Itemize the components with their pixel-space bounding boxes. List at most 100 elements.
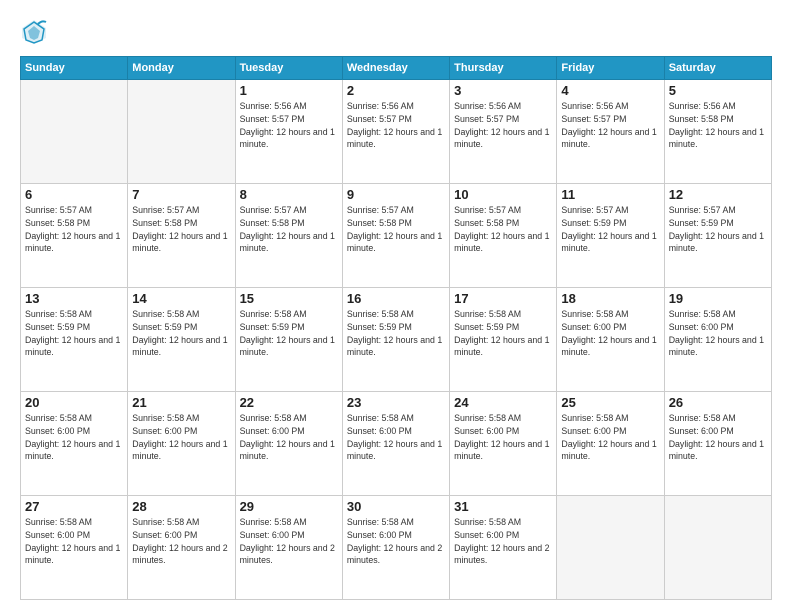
calendar-cell: 7 Sunrise: 5:57 AM Sunset: 5:58 PM Daylig… xyxy=(128,184,235,288)
calendar-cell: 30Sunrise: 5:58 AM Sunset: 6:00 PM Dayli… xyxy=(342,496,449,600)
calendar-cell: 2 Sunrise: 5:56 AM Sunset: 5:57 PM Daylig… xyxy=(342,80,449,184)
calendar-cell: 26Sunrise: 5:58 AM Sunset: 6:00 PM Dayli… xyxy=(664,392,771,496)
calendar-cell: 20 Sunrise: 5:58 AM Sunset: 6:00 PM Dayli… xyxy=(21,392,128,496)
day-info: Sunrise: 5:58 AM Sunset: 6:00 PM Dayligh… xyxy=(454,516,552,567)
day-info: Sunrise: 5:56 AM Sunset: 5:58 PM Dayligh… xyxy=(669,100,767,151)
day-number: 7 xyxy=(132,187,230,202)
day-number: 17 xyxy=(454,291,552,306)
weekday-header-wednesday: Wednesday xyxy=(342,57,449,80)
calendar-cell xyxy=(21,80,128,184)
weekday-header-tuesday: Tuesday xyxy=(235,57,342,80)
header xyxy=(20,18,772,46)
calendar-cell: 13Sunrise: 5:58 AM Sunset: 5:59 PM Dayli… xyxy=(21,288,128,392)
calendar-cell: 8 Sunrise: 5:57 AM Sunset: 5:58 PM Daylig… xyxy=(235,184,342,288)
day-info: Sunrise: 5:57 AM Sunset: 5:58 PM Dayligh… xyxy=(454,204,552,255)
day-info: Sunrise: 5:58 AM Sunset: 6:00 PM Dayligh… xyxy=(347,412,445,463)
day-number: 6 xyxy=(25,187,123,202)
day-number: 8 xyxy=(240,187,338,202)
day-info: Sunrise: 5:57 AM Sunset: 5:58 PM Dayligh… xyxy=(132,204,230,255)
day-number: 27 xyxy=(25,499,123,514)
day-info: Sunrise: 5:58 AM Sunset: 6:00 PM Dayligh… xyxy=(561,412,659,463)
weekday-header-thursday: Thursday xyxy=(450,57,557,80)
day-info: Sunrise: 5:58 AM Sunset: 6:00 PM Dayligh… xyxy=(669,308,767,359)
calendar-cell: 28 Sunrise: 5:58 AM Sunset: 6:00 PM Dayli… xyxy=(128,496,235,600)
day-number: 3 xyxy=(454,83,552,98)
calendar-week-row: 27 Sunrise: 5:58 AM Sunset: 6:00 PM Dayli… xyxy=(21,496,772,600)
day-number: 23 xyxy=(347,395,445,410)
day-info: Sunrise: 5:58 AM Sunset: 6:00 PM Dayligh… xyxy=(561,308,659,359)
calendar-cell: 25Sunrise: 5:58 AM Sunset: 6:00 PM Dayli… xyxy=(557,392,664,496)
day-number: 4 xyxy=(561,83,659,98)
calendar-cell: 4 Sunrise: 5:56 AM Sunset: 5:57 PM Daylig… xyxy=(557,80,664,184)
day-info: Sunrise: 5:58 AM Sunset: 6:00 PM Dayligh… xyxy=(25,412,123,463)
weekday-header-row: SundayMondayTuesdayWednesdayThursdayFrid… xyxy=(21,57,772,80)
day-number: 16 xyxy=(347,291,445,306)
day-number: 28 xyxy=(132,499,230,514)
day-number: 20 xyxy=(25,395,123,410)
calendar-cell: 17 Sunrise: 5:58 AM Sunset: 5:59 PM Dayli… xyxy=(450,288,557,392)
day-info: Sunrise: 5:58 AM Sunset: 6:00 PM Dayligh… xyxy=(454,412,552,463)
calendar-cell: 15Sunrise: 5:58 AM Sunset: 5:59 PM Dayli… xyxy=(235,288,342,392)
calendar-table: SundayMondayTuesdayWednesdayThursdayFrid… xyxy=(20,56,772,600)
day-info: Sunrise: 5:56 AM Sunset: 5:57 PM Dayligh… xyxy=(561,100,659,151)
day-info: Sunrise: 5:58 AM Sunset: 6:00 PM Dayligh… xyxy=(132,516,230,567)
calendar-cell: 12Sunrise: 5:57 AM Sunset: 5:59 PM Dayli… xyxy=(664,184,771,288)
page: SundayMondayTuesdayWednesdayThursdayFrid… xyxy=(0,0,792,612)
calendar-week-row: 13Sunrise: 5:58 AM Sunset: 5:59 PM Dayli… xyxy=(21,288,772,392)
day-info: Sunrise: 5:57 AM Sunset: 5:59 PM Dayligh… xyxy=(669,204,767,255)
calendar-cell: 19 Sunrise: 5:58 AM Sunset: 6:00 PM Dayli… xyxy=(664,288,771,392)
day-info: Sunrise: 5:58 AM Sunset: 5:59 PM Dayligh… xyxy=(454,308,552,359)
day-info: Sunrise: 5:58 AM Sunset: 5:59 PM Dayligh… xyxy=(347,308,445,359)
day-info: Sunrise: 5:57 AM Sunset: 5:58 PM Dayligh… xyxy=(347,204,445,255)
calendar-cell xyxy=(128,80,235,184)
day-number: 31 xyxy=(454,499,552,514)
calendar-cell: 11 Sunrise: 5:57 AM Sunset: 5:59 PM Dayli… xyxy=(557,184,664,288)
logo-icon xyxy=(20,18,48,46)
calendar-cell: 1Sunrise: 5:56 AM Sunset: 5:57 PM Daylig… xyxy=(235,80,342,184)
calendar-cell: 10 Sunrise: 5:57 AM Sunset: 5:58 PM Dayli… xyxy=(450,184,557,288)
day-info: Sunrise: 5:58 AM Sunset: 5:59 PM Dayligh… xyxy=(25,308,123,359)
calendar-week-row: 1 Sunrise: 5:56 AM Sunset: 5:57 PM Daylig… xyxy=(21,80,772,184)
weekday-header-saturday: Saturday xyxy=(664,57,771,80)
day-info: Sunrise: 5:58 AM Sunset: 6:00 PM Dayligh… xyxy=(240,516,338,567)
day-number: 21 xyxy=(132,395,230,410)
calendar-cell: 5 Sunrise: 5:56 AM Sunset: 5:58 PM Daylig… xyxy=(664,80,771,184)
logo xyxy=(20,18,52,46)
day-info: Sunrise: 5:56 AM Sunset: 5:57 PM Dayligh… xyxy=(347,100,445,151)
day-info: Sunrise: 5:57 AM Sunset: 5:59 PM Dayligh… xyxy=(561,204,659,255)
day-number: 24 xyxy=(454,395,552,410)
weekday-header-monday: Monday xyxy=(128,57,235,80)
day-number: 11 xyxy=(561,187,659,202)
calendar-cell xyxy=(557,496,664,600)
calendar-cell: 18 Sunrise: 5:58 AM Sunset: 6:00 PM Dayli… xyxy=(557,288,664,392)
calendar-cell: 16 Sunrise: 5:58 AM Sunset: 5:59 PM Dayli… xyxy=(342,288,449,392)
day-info: Sunrise: 5:56 AM Sunset: 5:57 PM Dayligh… xyxy=(454,100,552,151)
day-info: Sunrise: 5:57 AM Sunset: 5:58 PM Dayligh… xyxy=(240,204,338,255)
day-number: 10 xyxy=(454,187,552,202)
calendar-cell: 23 Sunrise: 5:58 AM Sunset: 6:00 PM Dayli… xyxy=(342,392,449,496)
day-number: 22 xyxy=(240,395,338,410)
day-number: 15 xyxy=(240,291,338,306)
calendar-cell: 14 Sunrise: 5:58 AM Sunset: 5:59 PM Dayli… xyxy=(128,288,235,392)
day-number: 14 xyxy=(132,291,230,306)
day-number: 29 xyxy=(240,499,338,514)
day-number: 18 xyxy=(561,291,659,306)
day-number: 5 xyxy=(669,83,767,98)
calendar-cell: 6 Sunrise: 5:57 AM Sunset: 5:58 PM Daylig… xyxy=(21,184,128,288)
day-info: Sunrise: 5:58 AM Sunset: 6:00 PM Dayligh… xyxy=(240,412,338,463)
calendar-cell: 29 Sunrise: 5:58 AM Sunset: 6:00 PM Dayli… xyxy=(235,496,342,600)
day-number: 1 xyxy=(240,83,338,98)
calendar-week-row: 20 Sunrise: 5:58 AM Sunset: 6:00 PM Dayli… xyxy=(21,392,772,496)
weekday-header-friday: Friday xyxy=(557,57,664,80)
day-number: 26 xyxy=(669,395,767,410)
day-number: 19 xyxy=(669,291,767,306)
calendar-cell: 3 Sunrise: 5:56 AM Sunset: 5:57 PM Daylig… xyxy=(450,80,557,184)
day-info: Sunrise: 5:58 AM Sunset: 5:59 PM Dayligh… xyxy=(132,308,230,359)
day-number: 30 xyxy=(347,499,445,514)
day-info: Sunrise: 5:57 AM Sunset: 5:58 PM Dayligh… xyxy=(25,204,123,255)
day-number: 2 xyxy=(347,83,445,98)
day-info: Sunrise: 5:58 AM Sunset: 6:00 PM Dayligh… xyxy=(25,516,123,567)
calendar-cell: 9Sunrise: 5:57 AM Sunset: 5:58 PM Daylig… xyxy=(342,184,449,288)
calendar-cell: 22 Sunrise: 5:58 AM Sunset: 6:00 PM Dayli… xyxy=(235,392,342,496)
calendar-cell xyxy=(664,496,771,600)
